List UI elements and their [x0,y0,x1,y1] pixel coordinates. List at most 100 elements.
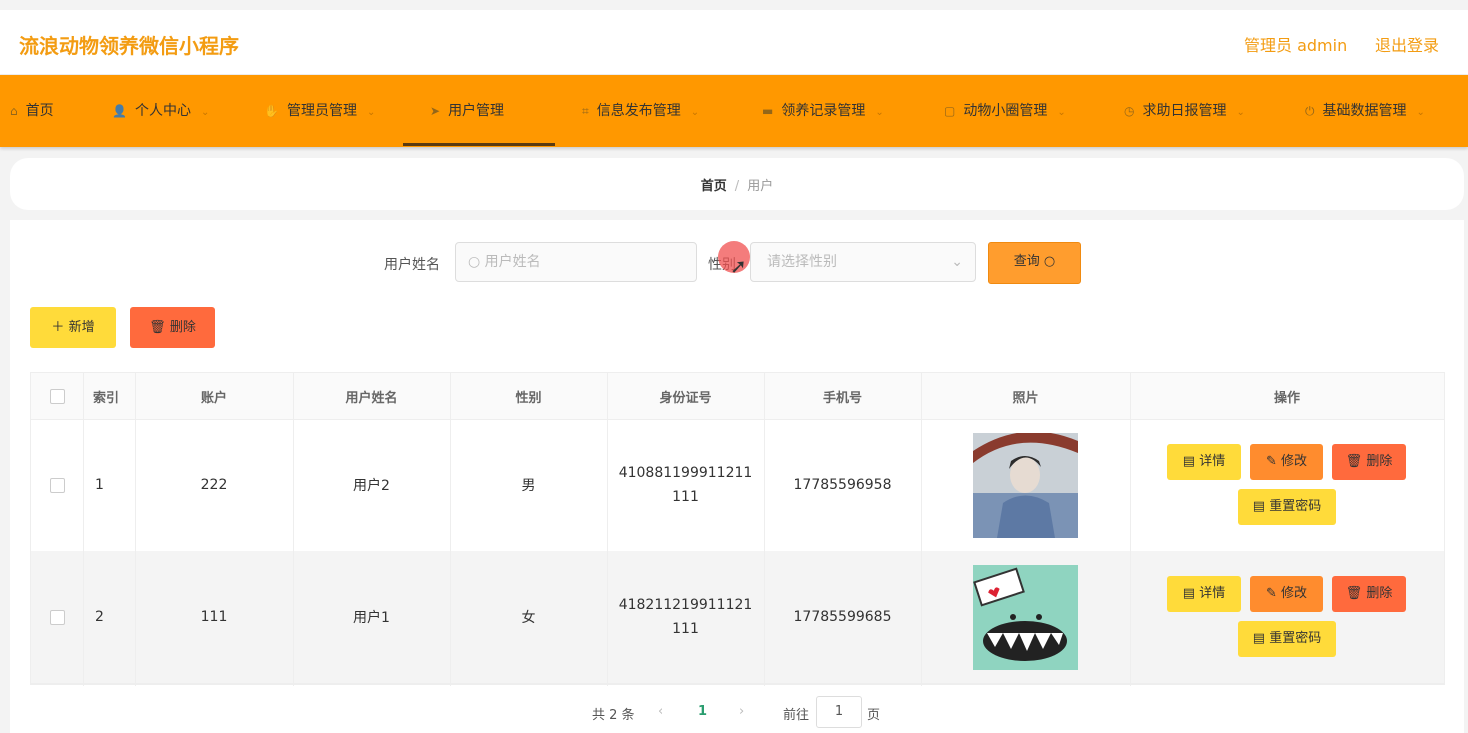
name-filter-label: 用户姓名 [384,257,440,273]
column-divider [1130,373,1131,686]
trash-icon: 🗑 [1345,586,1363,601]
table-row: 1 222 用户2 男 410881199911211111 177855969… [31,419,1444,552]
row-select-cell [31,419,83,551]
reset-password-button[interactable]: ▤ 重置密码 [1238,621,1336,657]
header-index[interactable]: 索引 [83,373,135,419]
breadcrumb-separator: / [734,179,740,194]
nav-label: 基础数据管理 [1322,103,1407,119]
column-divider [921,373,922,686]
nav-item-info[interactable]: ⌗ 信息发布管理 ⌄ [582,75,699,147]
delete-button[interactable]: 🗑 删除 [130,307,215,348]
cell-name: 用户2 [353,478,390,494]
reset-label: 重置密码 [1269,631,1322,646]
header-actions[interactable]: 操作 [1130,373,1444,419]
cell-account: 222 [200,477,228,493]
document-icon: ▤ [1252,499,1266,514]
user-photo[interactable] [973,432,1078,538]
header-idcard[interactable]: 身份证号 [607,373,764,419]
cell-name: 用户1 [353,610,390,626]
column-divider [607,373,608,686]
select-all-cell [31,373,83,419]
chevron-down-icon: ⌄ [366,107,376,118]
send-icon: ➤ [430,104,441,118]
main-panel: 用户姓名 ○ 用户姓名 性别 请选择性别 ⌄ 查询 ○ ＋ 新增 🗑 删除 索引… [10,220,1464,733]
header-photo[interactable]: 照片 [921,373,1130,419]
nav-item-circle[interactable]: ▢ 动物小圈管理 ⌄ [944,75,1066,147]
nav-label: 动物小圈管理 [963,103,1048,119]
goto-page-input[interactable]: 1 [816,696,862,728]
header-account[interactable]: 账户 [135,373,293,419]
nav-item-adoption[interactable]: ▬ 领养记录管理 ⌄ [762,75,884,147]
chevron-down-icon: ⌄ [951,254,963,270]
query-button[interactable]: 查询 ○ [988,242,1081,284]
nav-item-admin[interactable]: ✋ 管理员管理 ⌄ [264,75,375,147]
nav-label: 首页 [25,103,54,119]
name-search-input[interactable]: ○ 用户姓名 [455,242,697,282]
chevron-down-icon: ⌄ [200,107,210,118]
mouse-pointer-icon: ➚ [730,254,747,278]
cell-account: 111 [200,609,228,625]
cell-phone: 17785599685 [793,609,892,625]
row-delete-label: 删除 [1366,586,1393,601]
nav-item-users[interactable]: ➤ 用户管理 [430,75,504,147]
detail-label: 详情 [1199,586,1226,601]
nav-label: 信息发布管理 [596,103,681,119]
user-photo[interactable] [973,564,1078,670]
chat-icon: ▬ [762,104,774,118]
breadcrumb-home[interactable]: 首页 [701,179,727,194]
cell-photo [921,419,1130,551]
edit-button[interactable]: ✎ 修改 [1250,576,1323,612]
select-all-checkbox[interactable] [49,388,65,404]
breadcrumb-card: 首页 / 用户 [10,158,1464,210]
cell-phone: 17785596958 [793,477,892,493]
cell-photo [921,551,1130,683]
row-checkbox[interactable] [49,609,65,625]
delete-label: 删除 [169,320,196,335]
next-page-icon[interactable]: › [739,704,744,719]
nav-item-report[interactable]: ◷ 求助日报管理 ⌄ [1124,75,1245,147]
detail-button[interactable]: ▤ 详情 [1167,576,1241,612]
add-button[interactable]: ＋ 新增 [30,307,116,348]
document-icon: ▤ [1182,454,1196,469]
name-search-placeholder: 用户姓名 [484,254,541,270]
chevron-down-icon: ⌄ [875,107,884,118]
row-delete-button[interactable]: 🗑 删除 [1332,444,1406,480]
column-divider [135,373,136,686]
nav-item-profile[interactable]: 👤 个人中心 ⌄ [112,75,209,147]
cell-gender: 男 [521,478,536,494]
logout-link[interactable]: 退出登录 [1375,32,1439,56]
chevron-down-icon: ⌄ [1057,107,1066,118]
gender-select[interactable]: 请选择性别 ⌄ [750,242,976,282]
header-phone[interactable]: 手机号 [764,373,921,419]
nav-label: 领养记录管理 [781,103,866,119]
nav-item-home[interactable]: ⌂ 首页 [10,75,54,147]
pencil-icon: ✎ [1265,586,1277,601]
detail-label: 详情 [1199,454,1226,469]
nav-item-basedata[interactable]: ⏻ 基础数据管理 ⌄ [1305,75,1425,147]
column-divider [764,373,765,686]
page-number-current[interactable]: 1 [698,704,707,719]
row-delete-button[interactable]: 🗑 删除 [1332,576,1406,612]
thumb-icon: ✋ [264,104,279,118]
add-label: 新增 [68,320,95,335]
goto-label: 前往 [783,708,810,723]
chevron-down-icon: ⌄ [690,107,700,118]
picture-icon: ▢ [944,104,956,118]
edit-label: 修改 [1281,454,1308,469]
column-divider [450,373,451,686]
nav-label: 求助日报管理 [1142,103,1227,119]
edit-button[interactable]: ✎ 修改 [1250,444,1323,480]
cell-idcard: 410881199911211111 [618,465,753,505]
row-checkbox[interactable] [49,477,65,493]
header-gender[interactable]: 性别 [450,373,607,419]
row-select-cell [31,551,83,683]
prev-page-icon[interactable]: ‹ [658,704,663,719]
user-icon: 👤 [112,104,127,118]
column-divider [83,373,84,686]
detail-button[interactable]: ▤ 详情 [1167,444,1241,480]
header-name[interactable]: 用户姓名 [293,373,450,419]
document-icon: ▤ [1182,586,1196,601]
chevron-down-icon: ⌄ [1236,107,1245,118]
clock-icon: ◷ [1124,104,1135,118]
reset-password-button[interactable]: ▤ 重置密码 [1238,489,1336,525]
